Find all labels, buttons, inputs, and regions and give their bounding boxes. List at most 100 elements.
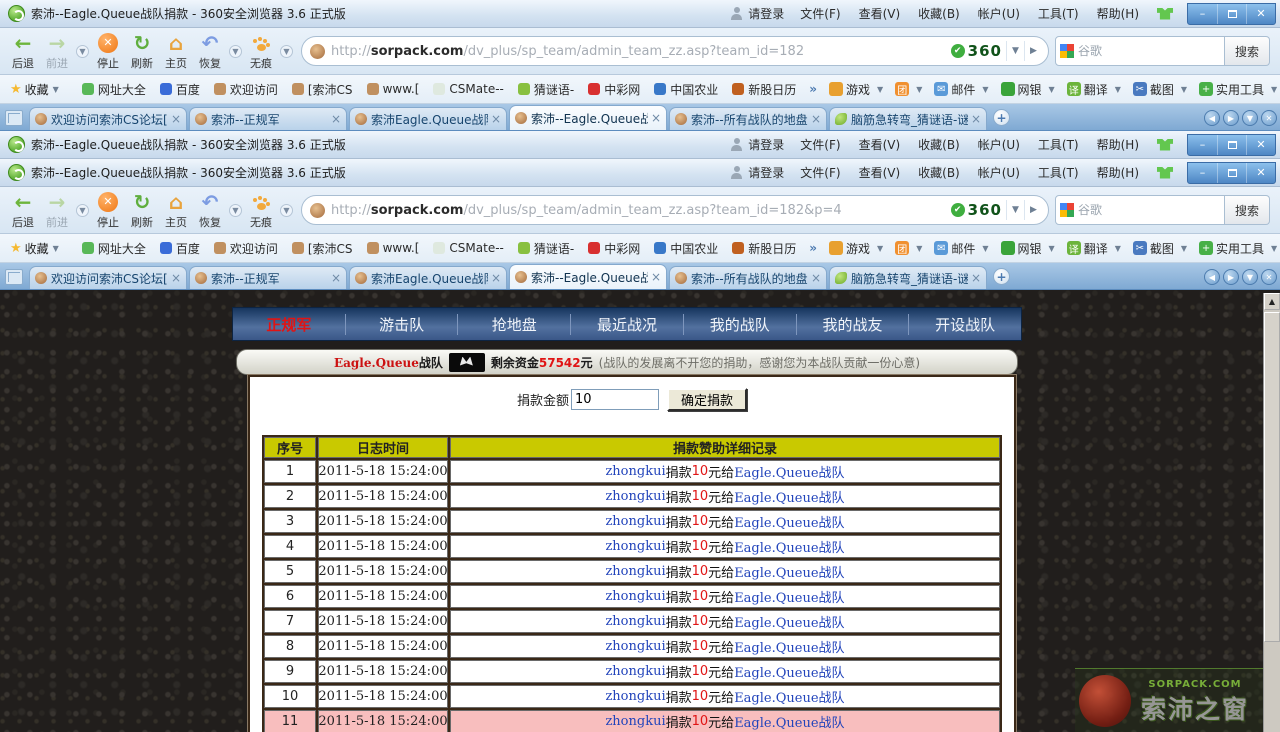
restore-window-button[interactable] — [1217, 135, 1246, 155]
restore-window-button[interactable] — [1217, 163, 1246, 183]
bookmark-item[interactable]: [索沛CS — [285, 79, 360, 100]
scroll-tabs-left-icon[interactable]: ◀ — [1204, 269, 1220, 285]
tab-close-icon[interactable]: × — [811, 271, 821, 285]
menu-tools[interactable]: 工具(T) — [1030, 2, 1087, 25]
history-dropdown-icon[interactable]: ▼ — [76, 45, 89, 58]
bookmark-item[interactable]: 百度 — [153, 238, 207, 259]
new-tab-button[interactable]: + — [993, 109, 1010, 126]
go-button-icon[interactable]: ▶ — [1024, 41, 1042, 61]
tab-4[interactable]: 索沛--Eagle.Queue战...× — [509, 105, 667, 130]
restore-window-button[interactable] — [1217, 4, 1246, 24]
bookmark-item[interactable]: 新股日历 — [725, 238, 803, 259]
bookmark-item[interactable]: CSMate-- — [426, 239, 510, 257]
url-text[interactable]: http://sorpack.com/dv_plus/sp_team/admin… — [331, 44, 947, 59]
forward-button[interactable]: → 前进 — [40, 188, 74, 232]
tab-list-dropdown-icon[interactable]: ▼ — [1242, 110, 1258, 126]
close-button[interactable]: ✕ — [1246, 4, 1275, 24]
toolbar-tool-translate-icon[interactable]: 译翻译▼ — [1061, 79, 1127, 100]
stop-button[interactable]: ✕ 停止 — [91, 188, 125, 232]
toolbar-tool-screenshot-icon[interactable]: ✂截图▼ — [1127, 79, 1193, 100]
toolbar-tool-tuan-icon[interactable]: 团▼ — [889, 239, 928, 257]
go-button-icon[interactable]: ▶ — [1024, 200, 1042, 220]
bookmark-item[interactable]: 网址大全 — [75, 79, 153, 100]
scroll-tabs-right-icon[interactable]: ▶ — [1223, 110, 1239, 126]
close-button[interactable]: ✕ — [1246, 163, 1275, 183]
home-button[interactable]: ⌂ 主页 — [159, 188, 193, 232]
menu-view[interactable]: 查看(V) — [851, 133, 909, 156]
confirm-donate-button[interactable]: 确定捐款 — [667, 388, 747, 411]
tab-close-icon[interactable]: × — [651, 111, 661, 125]
search-button[interactable]: 搜索 — [1225, 195, 1270, 225]
tab-5[interactable]: 索沛--所有战队的地盘× — [669, 266, 827, 289]
nav-item-7[interactable]: 开设战队 — [909, 314, 1021, 335]
scroll-up-icon[interactable]: ▲ — [1264, 293, 1280, 310]
refresh-button[interactable]: ↻ 刷新 — [125, 29, 159, 73]
bookmark-item[interactable]: 猜谜语- — [511, 238, 581, 259]
skin-shirt-icon[interactable] — [1157, 8, 1173, 20]
bookmark-item[interactable]: 欢迎访问 — [207, 238, 285, 259]
bookmark-item[interactable]: 中国农业 — [647, 79, 725, 100]
toolbar-tool-tools-plus-icon[interactable]: +实用工具▼ — [1193, 238, 1280, 259]
toolbar-tool-tools-plus-icon[interactable]: +实用工具▼ — [1193, 79, 1280, 100]
url-text[interactable]: http://sorpack.com/dv_plus/sp_team/admin… — [331, 203, 947, 218]
menu-view[interactable]: 查看(V) — [851, 2, 909, 25]
bookmark-item[interactable]: 新股日历 — [725, 79, 803, 100]
toolbar-tool-bank-globe-icon[interactable]: 网银▼ — [995, 79, 1061, 100]
menu-view[interactable]: 查看(V) — [851, 161, 909, 184]
toolbar-tool-mail-icon[interactable]: ✉邮件▼ — [928, 238, 994, 259]
restore-dropdown-icon[interactable]: ▼ — [229, 204, 242, 217]
bookmark-item[interactable]: 网址大全 — [75, 238, 153, 259]
menu-favorites[interactable]: 收藏(B) — [910, 133, 968, 156]
tab-3[interactable]: 索沛Eagle.Queue战队...× — [349, 266, 507, 289]
tab-close-icon[interactable]: × — [331, 112, 341, 126]
bookmark-item[interactable]: 百度 — [153, 79, 207, 100]
toolbar-tool-gamepad-icon[interactable]: 游戏▼ — [823, 79, 889, 100]
tile-windows-icon[interactable] — [5, 269, 23, 285]
close-tab-icon[interactable]: ✕ — [1261, 110, 1277, 126]
stop-button[interactable]: ✕ 停止 — [91, 29, 125, 73]
skin-shirt-icon[interactable] — [1157, 167, 1173, 179]
scrollbar-thumb[interactable] — [1264, 312, 1280, 642]
minimize-button[interactable]: – — [1188, 163, 1217, 183]
toolbar-tool-mail-icon[interactable]: ✉邮件▼ — [928, 79, 994, 100]
incognito-button[interactable]: 无痕 — [244, 29, 278, 73]
tab-close-icon[interactable]: × — [171, 112, 181, 126]
bookmark-item[interactable]: www.[ — [360, 80, 427, 98]
bookmark-item[interactable]: 欢迎访问 — [207, 79, 285, 100]
refresh-button[interactable]: ↻ 刷新 — [125, 188, 159, 232]
amount-input[interactable] — [571, 389, 659, 410]
login-link[interactable]: 请登录 — [748, 2, 790, 25]
nav-item-1[interactable]: 正规军 — [233, 314, 346, 335]
tile-windows-icon[interactable] — [5, 110, 23, 126]
tab-2[interactable]: 索沛--正规军× — [189, 107, 347, 130]
menu-help[interactable]: 帮助(H) — [1089, 2, 1147, 25]
tab-list-dropdown-icon[interactable]: ▼ — [1242, 269, 1258, 285]
login-link[interactable]: 请登录 — [748, 133, 790, 156]
new-tab-button[interactable]: + — [993, 268, 1010, 285]
menu-tools[interactable]: 工具(T) — [1030, 133, 1087, 156]
page-scrollbar[interactable]: ▲ — [1263, 293, 1280, 732]
bookmarks-overflow-button[interactable]: » — [803, 82, 823, 96]
scroll-tabs-left-icon[interactable]: ◀ — [1204, 110, 1220, 126]
menu-help[interactable]: 帮助(H) — [1089, 133, 1147, 156]
favorites-button[interactable]: ★ 收藏 ▼ — [6, 238, 63, 259]
menu-account[interactable]: 帐户(U) — [970, 2, 1028, 25]
tab-close-icon[interactable]: × — [331, 271, 341, 285]
toolbar-tool-screenshot-icon[interactable]: ✂截图▼ — [1127, 238, 1193, 259]
tab-close-icon[interactable]: × — [491, 271, 501, 285]
menu-favorites[interactable]: 收藏(B) — [910, 2, 968, 25]
back-button[interactable]: ← 后退 — [6, 188, 40, 232]
scroll-tabs-right-icon[interactable]: ▶ — [1223, 269, 1239, 285]
restore-dropdown-icon[interactable]: ▼ — [229, 45, 242, 58]
nav-item-5[interactable]: 我的战队 — [684, 314, 797, 335]
bookmark-item[interactable]: 中国农业 — [647, 238, 725, 259]
tab-3[interactable]: 索沛Eagle.Queue战队...× — [349, 107, 507, 130]
forward-button[interactable]: → 前进 — [40, 29, 74, 73]
search-box[interactable] — [1055, 195, 1225, 225]
minimize-button[interactable]: – — [1188, 135, 1217, 155]
tab-close-icon[interactable]: × — [971, 271, 981, 285]
search-button[interactable]: 搜索 — [1225, 36, 1270, 66]
tab-2[interactable]: 索沛--正规军× — [189, 266, 347, 289]
menu-file[interactable]: 文件(F) — [792, 133, 848, 156]
menu-account[interactable]: 帐户(U) — [970, 161, 1028, 184]
